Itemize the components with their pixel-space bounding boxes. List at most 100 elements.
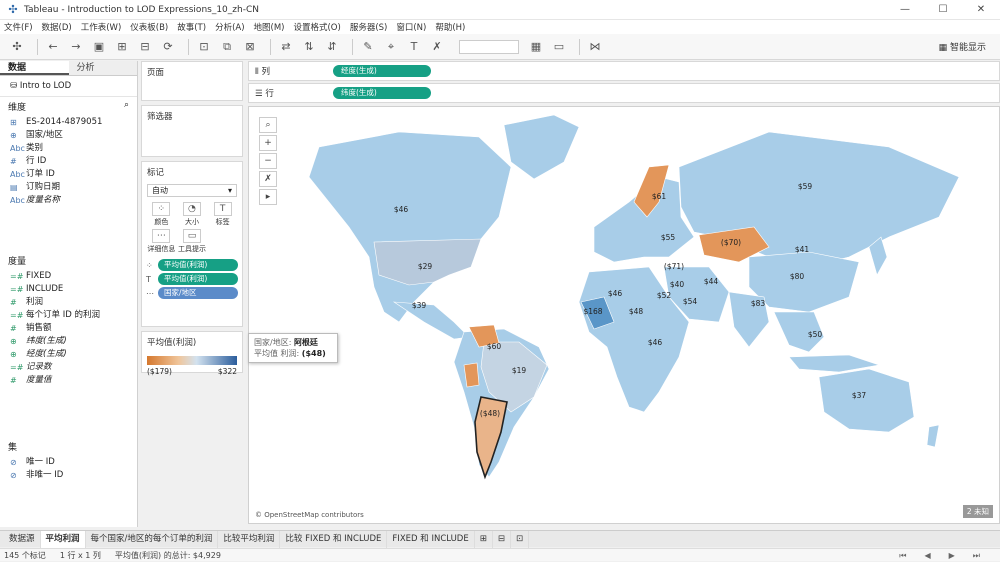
color-legend: 平均值(利润) ($179) $322 (141, 331, 243, 376)
field-item[interactable]: ⊕ 经度(生成) (0, 348, 137, 361)
field-item[interactable]: =# 每个订单 ID 的利润 (0, 309, 137, 322)
mark-pill[interactable]: 平均值(利润) (158, 273, 238, 285)
map-view[interactable]: $46 $29 $39 $19 ($48) $60 $59 ($70) $41 $80 $44 $40… (248, 106, 1000, 524)
field-item[interactable]: # 利润 (0, 296, 137, 309)
menu-item[interactable]: 服务器(S) (350, 21, 388, 33)
new-worksheet-icon[interactable]: ⊡ (195, 38, 213, 56)
unknown-indicator[interactable]: 2 未知 (962, 505, 993, 518)
field-item[interactable]: # 度量值 (0, 374, 137, 387)
map-search-icon[interactable]: ⌕ (259, 117, 277, 133)
field-item[interactable]: ▤ 订购日期 (0, 181, 137, 194)
filters-card[interactable]: 筛选器 (141, 105, 243, 157)
new-story-tab-icon[interactable]: ⊡ (511, 530, 530, 548)
menu-item[interactable]: 设置格式(O) (293, 21, 340, 33)
menu-item[interactable]: 文件(F) (4, 21, 33, 33)
show-cards-icon[interactable]: ▦ (527, 38, 545, 56)
columns-shelf[interactable]: ⦀ 列 经度(生成) (248, 61, 1000, 81)
show-labels-icon[interactable]: T (405, 38, 423, 56)
highlight-icon[interactable]: ✎ (359, 38, 377, 56)
field-label: FIXED (26, 271, 52, 281)
chevron-down-icon: ▾ (227, 186, 232, 195)
fix-axes-icon[interactable]: ✗ (428, 38, 446, 56)
field-item[interactable]: =# FIXED (0, 270, 137, 283)
tableau-logo-icon[interactable]: ✣ (8, 38, 26, 56)
redo-icon[interactable]: → (67, 38, 85, 56)
field-item[interactable]: Abc 订单 ID (0, 168, 137, 181)
mark-button[interactable]: ▭ 工具提示 (178, 229, 207, 254)
rows-pill[interactable]: 纬度(生成) (333, 87, 431, 99)
legend-gradient[interactable] (147, 356, 237, 365)
menu-item[interactable]: 地图(M) (254, 21, 285, 33)
menu-item[interactable]: 工作表(W) (81, 21, 122, 33)
group-icon[interactable]: ⌖ (382, 38, 400, 56)
field-item[interactable]: Abc 类别 (0, 142, 137, 155)
field-item[interactable]: # 销售额 (0, 322, 137, 335)
refresh-icon[interactable]: ⟳ (159, 38, 177, 56)
map-menu-icon[interactable]: ▸ (259, 189, 277, 205)
sheet-tab[interactable]: FIXED 和 INCLUDE (387, 530, 475, 548)
columns-pill[interactable]: 经度(生成) (333, 65, 431, 77)
last-sheet-icon[interactable]: ⏭ (973, 549, 980, 562)
close-button[interactable]: ✕ (962, 0, 1000, 20)
menu-item[interactable]: 仪表板(B) (130, 21, 168, 33)
tab-data[interactable]: 数据 (0, 61, 69, 75)
smart-show-button[interactable]: ▦ 智能显示 (939, 40, 986, 53)
search-icon[interactable]: ⌕ (124, 100, 129, 113)
share-icon[interactable]: ⋈ (586, 38, 604, 56)
menu-item[interactable]: 帮助(H) (435, 21, 465, 33)
duplicate-sheet-icon[interactable]: ⧉ (218, 38, 236, 56)
mark-type-select[interactable]: 自动 ▾ (147, 184, 237, 197)
clear-sheet-icon[interactable]: ⊠ (241, 38, 259, 56)
zoom-in-button[interactable]: + (259, 135, 277, 151)
sort-asc-icon[interactable]: ⇅ (300, 38, 318, 56)
field-item[interactable]: # 行 ID (0, 155, 137, 168)
mark-button[interactable]: T 标签 (208, 202, 237, 227)
menu-item[interactable]: 窗口(N) (396, 21, 426, 33)
sort-desc-icon[interactable]: ⇵ (323, 38, 341, 56)
rows-shelf-label: ☰ 行 (255, 89, 274, 99)
menu-item[interactable]: 数据(D) (42, 21, 72, 33)
swap-icon[interactable]: ⇄ (277, 38, 295, 56)
menu-item[interactable]: 故事(T) (177, 21, 206, 33)
zoom-out-button[interactable]: − (259, 153, 277, 169)
sheet-tab[interactable]: 比较 FIXED 和 INCLUDE (280, 530, 388, 548)
rows-shelf[interactable]: ☰ 行 纬度(生成) (248, 83, 1000, 103)
mark-button[interactable]: ⁘ 颜色 (147, 202, 176, 227)
first-sheet-icon[interactable]: ⏮ (899, 549, 906, 562)
field-item[interactable]: Abc 度量名称 (0, 194, 137, 207)
mark-pill[interactable]: 平均值(利润) (158, 259, 238, 271)
tab-analysis[interactable]: 分析 (68, 61, 137, 75)
mark-button[interactable]: ⋯ 详细信息 (147, 229, 176, 254)
presentation-icon[interactable]: ▭ (550, 38, 568, 56)
field-item[interactable]: ⊘ 唯一 ID (0, 456, 137, 469)
new-dashboard-tab-icon[interactable]: ⊟ (493, 530, 511, 548)
field-item[interactable]: =# 记录数 (0, 361, 137, 374)
mark-button[interactable]: ◔ 大小 (178, 202, 207, 227)
field-item[interactable]: ⊞ ES-2014-4879051 (0, 116, 137, 129)
datasource-item[interactable]: ⛁ Intro to LOD (0, 76, 137, 97)
new-datasource-icon[interactable]: ⊞ (113, 38, 131, 56)
next-sheet-icon[interactable]: ▶ (949, 549, 955, 562)
undo-icon[interactable]: ← (44, 38, 62, 56)
sheet-tab[interactable]: 比较平均利润 (218, 530, 281, 548)
field-item[interactable]: ⊕ 国家/地区 (0, 129, 137, 142)
menu-item[interactable]: 分析(A) (215, 21, 244, 33)
pause-updates-icon[interactable]: ⊟ (136, 38, 154, 56)
field-item[interactable]: =# INCLUDE (0, 283, 137, 296)
new-worksheet-tab-icon[interactable]: ⊞ (475, 530, 493, 548)
field-item[interactable]: ⊕ 纬度(生成) (0, 335, 137, 348)
world-map[interactable]: $46 $29 $39 $19 ($48) $60 $59 ($70) $41 $80 $44 $40… (249, 107, 1000, 524)
sheet-tab[interactable]: 数据源 (4, 530, 41, 548)
field-type-icon: ⊕ (10, 131, 17, 140)
pages-card[interactable]: 页面 (141, 61, 243, 101)
fit-select[interactable] (459, 39, 519, 54)
save-icon[interactable]: ▣ (90, 38, 108, 56)
prev-sheet-icon[interactable]: ◀ (924, 549, 930, 562)
reset-map-icon[interactable]: ✗ (259, 171, 277, 187)
sheet-tab[interactable]: 平均利润 (40, 530, 86, 548)
field-item[interactable]: ⊘ 非唯一 ID (0, 469, 137, 482)
maximize-button[interactable]: ☐ (924, 0, 962, 20)
minimize-button[interactable]: — (886, 0, 924, 20)
mark-pill[interactable]: 国家/地区 (158, 287, 238, 299)
sheet-tab[interactable]: 每个国家/地区的每个订单的利润 (86, 530, 219, 548)
